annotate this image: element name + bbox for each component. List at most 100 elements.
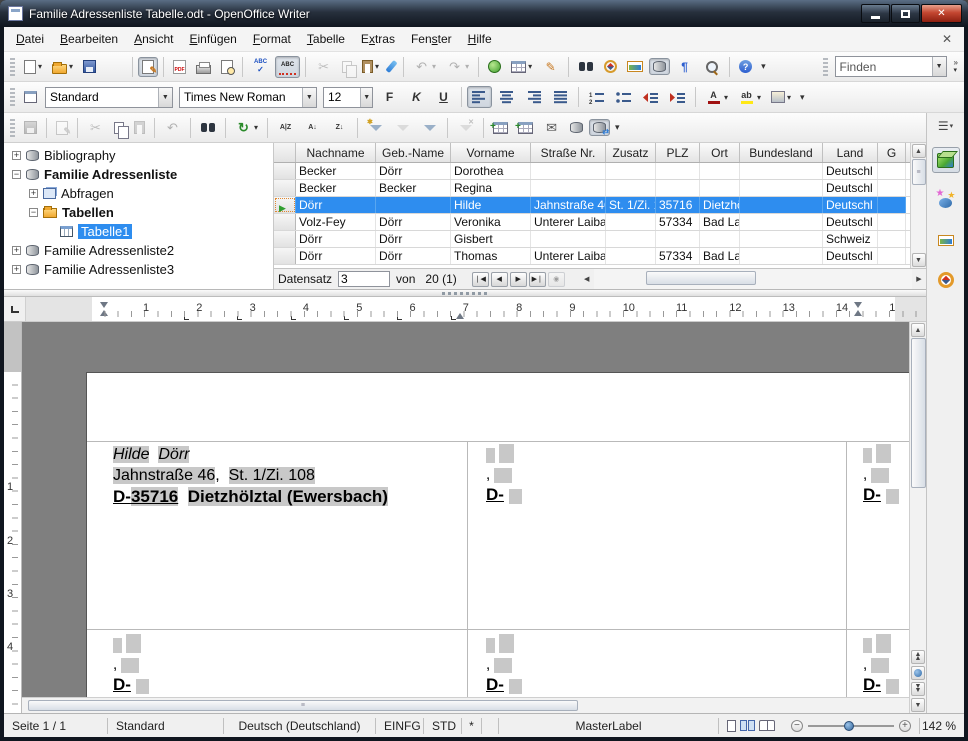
scrollbar-thumb[interactable]	[646, 271, 756, 285]
chevron-down-icon[interactable]: ▼	[360, 88, 372, 107]
spellcheck-button[interactable]: ABC	[248, 56, 273, 78]
row-header-cell[interactable]: ▶	[274, 197, 296, 213]
sort-ascending-button[interactable]: A↓	[300, 117, 325, 139]
tree-item-familie-adressenliste2[interactable]: +Familie Adressenliste2	[4, 241, 273, 260]
splitter[interactable]	[4, 290, 926, 297]
chevron-down-icon[interactable]: ▼	[158, 88, 172, 107]
table-button[interactable]: ▾	[507, 58, 536, 76]
data-to-text-button[interactable]	[489, 119, 512, 137]
explorer-on-off-button[interactable]	[589, 119, 610, 136]
table-cell[interactable]	[376, 197, 451, 213]
table-row[interactable]: ▶DörrHildeJahnstraße 46St. 1/Zi. 1035716…	[274, 197, 910, 214]
table-cell[interactable]	[700, 180, 740, 196]
toolbar-more-button[interactable]: ▾	[611, 120, 624, 135]
table-cell[interactable]: Veronika	[451, 214, 531, 230]
indent-marker[interactable]	[100, 302, 109, 316]
table-cell[interactable]: Becker	[296, 163, 376, 179]
row-header-cell[interactable]	[274, 231, 296, 247]
font-name-input[interactable]	[180, 89, 302, 106]
standard-filter-button[interactable]	[417, 117, 442, 139]
table-cell[interactable]	[740, 163, 823, 179]
table-cell[interactable]: Dietzhö	[700, 197, 740, 213]
horizontal-ruler[interactable]: 12345678910111213141	[26, 297, 926, 321]
toolbar-grip[interactable]	[10, 119, 15, 137]
tree-expander[interactable]: +	[12, 151, 21, 160]
decrease-indent-button[interactable]	[638, 86, 663, 108]
bold-button[interactable]: F	[377, 86, 402, 108]
find-input[interactable]	[836, 58, 932, 75]
scroll-left-icon[interactable]: ◀	[580, 275, 594, 283]
tab-stop-marker[interactable]	[184, 316, 189, 320]
sidebar-tab-gallery[interactable]	[932, 227, 960, 253]
scroll-up-icon[interactable]: ▲	[912, 144, 926, 158]
table-vertical-scrollbar[interactable]: ▲ ≡ ▼	[910, 143, 926, 268]
table-cell[interactable]	[878, 197, 906, 213]
find-record-button[interactable]	[196, 117, 220, 139]
tree-item-tabelle1[interactable]: Tabelle1	[4, 222, 273, 241]
font-color-button[interactable]: A▾	[701, 86, 732, 108]
document-canvas[interactable]: Hilde Dörr Jahnstraße 46, St. 1/Zi. 108 …	[22, 322, 909, 713]
table-cell[interactable]: Hilde	[451, 197, 531, 213]
table-cell[interactable]	[700, 231, 740, 247]
justify-button[interactable]	[548, 86, 573, 108]
hyperlink-button[interactable]	[484, 57, 505, 76]
font-size-combobox[interactable]: ▼	[323, 87, 373, 108]
table-cell[interactable]	[656, 163, 700, 179]
multi-page-view-icon[interactable]	[740, 720, 755, 731]
find-replace-button[interactable]	[574, 56, 598, 78]
tree-expander[interactable]: +	[12, 265, 21, 274]
table-row[interactable]: BeckerBeckerReginaDeutschl	[274, 180, 910, 197]
document-close-icon[interactable]: ✕	[934, 32, 960, 46]
table-cell[interactable]: Dörr	[376, 231, 451, 247]
table-cell[interactable]: Dörr	[376, 214, 451, 230]
toolbar-grip[interactable]	[10, 58, 15, 76]
table-cell[interactable]: Unterer Laiba	[531, 214, 606, 230]
table-cell[interactable]	[878, 214, 906, 230]
menu-item-ansicht[interactable]: Ansicht	[126, 28, 181, 50]
column-header-zusatz[interactable]: Zusatz	[606, 143, 656, 162]
zoom-thumb[interactable]	[844, 721, 854, 731]
toolbar-more-button[interactable]: ▾	[796, 90, 809, 105]
italic-button[interactable]: K	[404, 86, 429, 108]
paragraph-style-input[interactable]	[46, 89, 158, 106]
table-cell[interactable]	[740, 248, 823, 264]
column-header-geb-name[interactable]: Geb.-Name	[376, 143, 451, 162]
align-left-button[interactable]	[467, 86, 492, 108]
table-cell[interactable]	[656, 180, 700, 196]
table-cell[interactable]	[606, 163, 656, 179]
align-right-button[interactable]	[521, 86, 546, 108]
table-cell[interactable]: Dörr	[296, 231, 376, 247]
tree-expander[interactable]: −	[29, 208, 38, 217]
row-header-cell[interactable]	[274, 180, 296, 196]
data-to-fields-button[interactable]	[514, 119, 537, 137]
table-cell[interactable]	[878, 231, 906, 247]
menu-item-hilfe[interactable]: Hilfe	[460, 28, 500, 50]
scrollbar-thumb[interactable]: ≡	[912, 159, 926, 185]
background-color-button[interactable]: ▾	[767, 88, 795, 106]
empty-label[interactable]: , D-	[113, 634, 149, 695]
scroll-up-icon[interactable]: ▲	[911, 323, 925, 337]
zoom-track[interactable]	[808, 725, 894, 727]
record-number-input[interactable]	[338, 271, 390, 287]
previous-page-button[interactable]: ▲▲	[911, 650, 925, 664]
table-cell[interactable]	[656, 231, 700, 247]
gallery-button[interactable]	[623, 58, 647, 75]
zoom-value[interactable]: 142 %	[919, 718, 964, 734]
menu-item-fenster[interactable]: Fenster	[403, 28, 460, 50]
row-header-cell[interactable]	[274, 214, 296, 230]
empty-label[interactable]: , D-	[863, 444, 899, 505]
menu-item-extras[interactable]: Extras	[353, 28, 403, 50]
table-cell[interactable]: Bad La	[700, 248, 740, 264]
table-cell[interactable]: Deutschl	[823, 180, 878, 196]
insert-mode-indicator[interactable]: EINFG	[376, 718, 424, 734]
column-header-bundesland[interactable]: Bundesland	[740, 143, 823, 162]
indent-marker[interactable]	[854, 302, 863, 316]
tree-item-tabellen[interactable]: −Tabellen	[4, 203, 273, 222]
tab-stop-marker[interactable]	[237, 316, 242, 320]
previous-record-button[interactable]: ◀	[491, 272, 508, 287]
font-name-combobox[interactable]: ▼	[179, 87, 317, 108]
table-cell[interactable]: Dörr	[296, 197, 376, 213]
highlighting-button[interactable]: ab▾	[734, 86, 765, 108]
table-cell[interactable]	[606, 214, 656, 230]
open-button[interactable]: ▾	[48, 57, 77, 77]
